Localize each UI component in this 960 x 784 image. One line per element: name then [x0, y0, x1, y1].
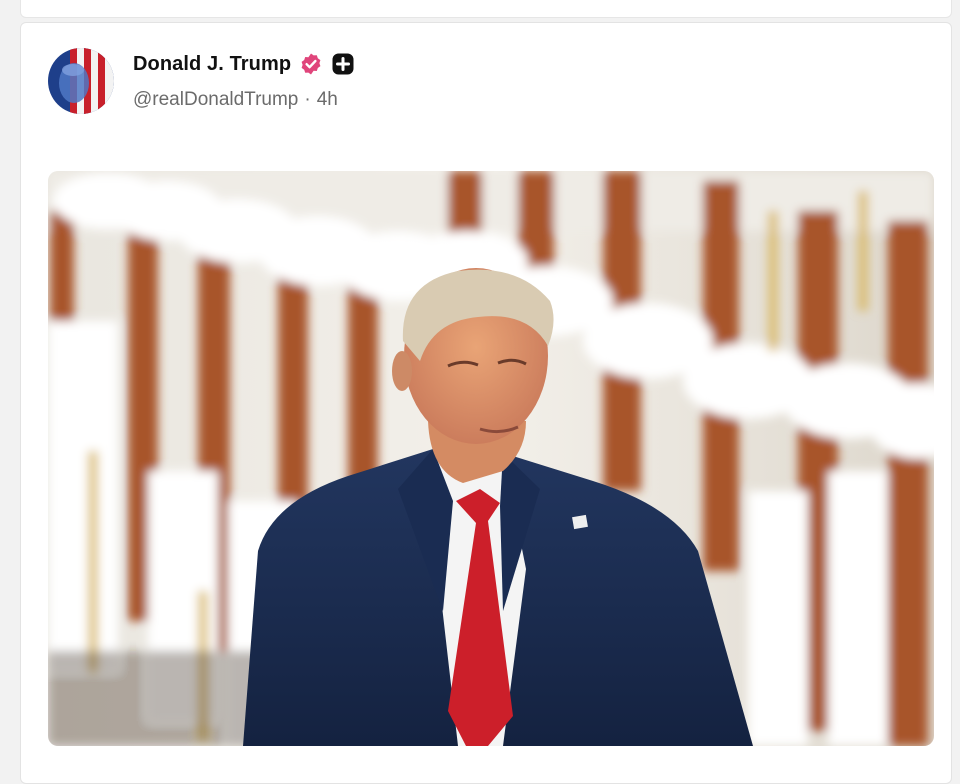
plus-badge-icon [332, 53, 354, 75]
photo-illustration [48, 171, 934, 746]
post-meta: @realDonaldTrump · 4h [133, 89, 338, 111]
previous-post-card [20, 0, 952, 18]
avatar[interactable] [48, 48, 114, 114]
avatar-image [48, 48, 114, 114]
author-name[interactable]: Donald J. Trump [133, 53, 291, 76]
author-handle[interactable]: @realDonaldTrump [133, 89, 298, 110]
post-card[interactable]: Donald J. Trump @realDonaldTrump · 4h [20, 22, 952, 784]
post-time[interactable]: 4h [317, 89, 338, 110]
meta-separator: · [304, 89, 311, 110]
post-media-image[interactable] [48, 171, 934, 746]
verified-badge-icon [301, 53, 321, 75]
